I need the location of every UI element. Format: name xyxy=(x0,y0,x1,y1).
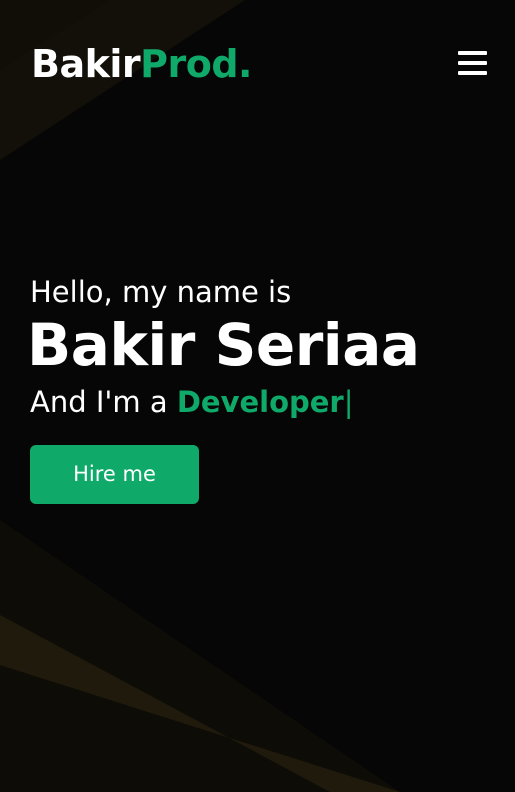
menu-bar-bottom xyxy=(458,71,487,75)
hero-role-line: And I'm a Developer| xyxy=(30,382,500,422)
hero-role-typed: Developer xyxy=(176,385,344,419)
brand-name-accent: Prod. xyxy=(140,42,252,86)
menu-bar-middle xyxy=(458,61,487,65)
hero-role-prefix: And I'm a xyxy=(30,385,168,419)
page: BakirProd. Hello, my name is Bakir Seria… xyxy=(0,0,515,792)
hero-greeting: Hello, my name is xyxy=(30,275,292,309)
brand-logo[interactable]: BakirProd. xyxy=(31,42,252,86)
hire-me-button[interactable]: Hire me xyxy=(30,445,199,504)
navbar: BakirProd. xyxy=(0,0,515,130)
hero-name: Bakir Seriaa xyxy=(27,311,420,379)
brand-name-primary: Bakir xyxy=(31,42,141,86)
menu-bar-top xyxy=(458,51,487,55)
typing-cursor: | xyxy=(343,385,354,419)
hamburger-menu-icon[interactable] xyxy=(458,50,487,76)
hero-section: Hello, my name is Bakir Seriaa And I'm a… xyxy=(27,272,500,504)
